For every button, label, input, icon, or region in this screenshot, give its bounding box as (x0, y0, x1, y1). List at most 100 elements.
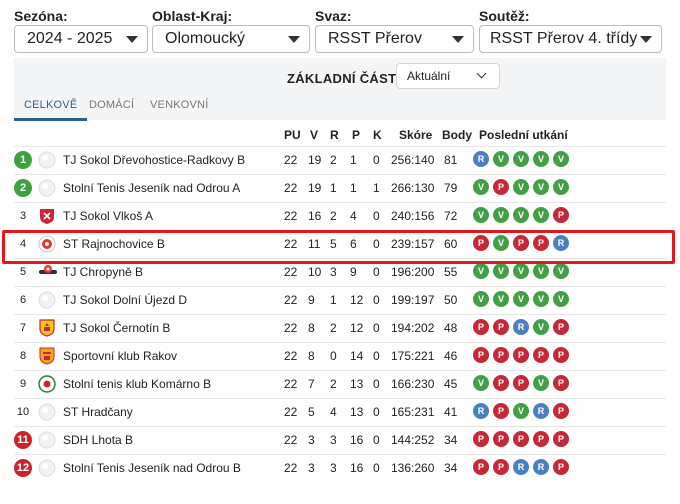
match-result-badge[interactable]: P (533, 347, 549, 363)
match-result-badge[interactable]: V (473, 291, 489, 307)
match-result-badge[interactable]: R (533, 459, 549, 475)
match-result-badge[interactable]: P (473, 347, 489, 363)
match-result-badge[interactable]: R (513, 459, 529, 475)
match-result-badge[interactable]: P (493, 375, 509, 391)
team-name-link[interactable]: Stolní Tenis Jeseník nad Odrou B (63, 461, 241, 475)
match-result-badge[interactable]: P (473, 235, 489, 251)
match-result-badge[interactable]: V (513, 263, 529, 279)
team-name-link[interactable]: TJ Chropyně B (63, 265, 143, 279)
match-result-badge[interactable]: V (473, 263, 489, 279)
table-row[interactable]: 4 ST Rajnochovice B 22 11 5 6 0 239:157 60 P V P P R (14, 230, 666, 258)
match-result-badge[interactable]: P (553, 459, 569, 475)
match-result-badge[interactable]: V (473, 179, 489, 195)
table-row[interactable]: 5 TJ Chropyně B 22 10 3 9 0 196:200 55 V V V V V (14, 258, 666, 286)
match-result-badge[interactable]: R (473, 403, 489, 419)
tab-home[interactable]: DOMÁCÍ (89, 99, 134, 111)
competition-select[interactable]: RSST Přerov 4. třídy (479, 25, 662, 53)
phase-select[interactable]: Aktuální (396, 63, 500, 89)
cell-r: 4 (330, 405, 337, 419)
match-result-badge[interactable]: R (533, 403, 549, 419)
team-name-link[interactable]: TJ Sokol Dřevohostice-Radkovy B (63, 153, 245, 167)
match-result-badge[interactable]: P (553, 207, 569, 223)
table-row[interactable]: 9 Stolní tenis klub Komárno B 22 7 2 13 0 166:2… (14, 370, 666, 398)
cell-v: 19 (308, 181, 322, 195)
match-result-badge[interactable]: P (513, 431, 529, 447)
rank-badge: 7 (19, 322, 27, 334)
match-result-badge[interactable]: P (533, 431, 549, 447)
match-result-badge[interactable]: P (553, 319, 569, 335)
table-row[interactable]: 10 ST Hradčany 22 5 4 13 0 165:231 41 R P V R P (14, 398, 666, 426)
match-result-badge[interactable]: P (553, 375, 569, 391)
match-result-badge[interactable]: P (473, 459, 489, 475)
match-result-badge[interactable]: V (533, 291, 549, 307)
team-name-link[interactable]: TJ Sokol Vlkoš A (63, 209, 153, 223)
team-name-link[interactable]: ST Hradčany (63, 405, 133, 419)
match-result-badge[interactable]: V (493, 207, 509, 223)
match-result-badge[interactable]: V (533, 207, 549, 223)
match-result-badge[interactable]: P (493, 403, 509, 419)
cell-k: 0 (373, 153, 380, 167)
team-name-link[interactable]: Stolní tenis klub Komárno B (63, 377, 211, 391)
match-result-badge[interactable]: V (473, 375, 489, 391)
match-result-badge[interactable]: P (493, 459, 509, 475)
match-result-badge[interactable]: P (473, 431, 489, 447)
match-result-badge[interactable]: P (493, 431, 509, 447)
match-result-badge[interactable]: P (553, 431, 569, 447)
match-result-badge[interactable]: V (493, 151, 509, 167)
table-row[interactable]: 1 TJ Sokol Dřevohostice-Radkovy B 22 19 2 1 0 2… (14, 146, 666, 174)
match-result-badge[interactable]: V (533, 319, 549, 335)
table-row[interactable]: 7 TJ Sokol Černotín B 22 8 2 12 0 194:202 48 P P R V… (14, 314, 666, 342)
match-result-badge[interactable]: P (513, 235, 529, 251)
match-result-badge[interactable]: V (493, 235, 509, 251)
table-row[interactable]: 8 Sportovní klub Rakov 22 8 0 14 0 175:221 46 P P P… (14, 342, 666, 370)
union-select[interactable]: RSST Přerov (315, 25, 474, 53)
match-result-badge[interactable]: V (553, 263, 569, 279)
match-result-badge[interactable]: P (493, 179, 509, 195)
match-result-badge[interactable]: V (493, 291, 509, 307)
match-result-badge[interactable]: R (513, 319, 529, 335)
cell-p: 12 (350, 321, 364, 335)
match-result-badge[interactable]: V (493, 263, 509, 279)
match-result-badge[interactable]: V (473, 207, 489, 223)
cell-pu: 22 (284, 293, 298, 307)
match-result-badge[interactable]: P (493, 347, 509, 363)
match-result-badge[interactable]: V (513, 179, 529, 195)
match-result-badge[interactable]: V (533, 179, 549, 195)
match-result-badge[interactable]: V (513, 291, 529, 307)
match-result-badge[interactable]: R (473, 151, 489, 167)
match-result-badge[interactable]: V (553, 151, 569, 167)
match-result-badge[interactable]: V (553, 291, 569, 307)
caret-down-icon (288, 36, 300, 43)
match-result-badge[interactable]: P (493, 319, 509, 335)
table-row[interactable]: 2 Stolní Tenis Jeseník nad Odrou A 22 19 1 1 1… (14, 174, 666, 202)
match-result-badge[interactable]: P (513, 375, 529, 391)
match-result-badge[interactable]: V (513, 207, 529, 223)
team-name-link[interactable]: TJ Sokol Černotín B (63, 321, 170, 335)
team-name-link[interactable]: SDH Lhota B (63, 433, 133, 447)
tab-away[interactable]: VENKOVNÍ (150, 99, 208, 111)
table-row[interactable]: 6 TJ Sokol Dolní Újezd D 22 9 1 12 0 199:197 50 V… (14, 286, 666, 314)
match-result-badge[interactable]: P (513, 347, 529, 363)
match-result-badge[interactable]: P (553, 347, 569, 363)
table-row[interactable]: 12 Stolní Tenis Jeseník nad Odrou B 22 3 3 16… (14, 454, 666, 482)
season-select[interactable]: 2024 - 2025 (14, 25, 148, 53)
match-result-badge[interactable]: R (553, 235, 569, 251)
match-result-badge[interactable]: V (553, 179, 569, 195)
match-result-badge[interactable]: P (553, 403, 569, 419)
team-name-link[interactable]: TJ Sokol Dolní Újezd D (63, 293, 187, 307)
match-result-badge[interactable]: V (533, 375, 549, 391)
team-name-link[interactable]: Sportovní klub Rakov (63, 349, 177, 363)
team-name-link[interactable]: ST Rajnochovice B (63, 237, 165, 251)
match-result-badge[interactable]: V (533, 151, 549, 167)
match-result-badge[interactable]: V (513, 151, 529, 167)
table-row[interactable]: 11 SDH Lhota B 22 3 3 16 0 144:252 34 P P P P P (14, 426, 666, 454)
region-select[interactable]: Olomoucký (152, 25, 310, 53)
tab-overall[interactable]: CELKOVĚ (24, 99, 77, 111)
match-result-badge[interactable]: P (533, 235, 549, 251)
team-name-link[interactable]: Stolní Tenis Jeseník nad Odrou A (63, 181, 240, 195)
match-result-badge[interactable]: V (513, 403, 529, 419)
table-row[interactable]: 3 TJ Sokol Vlkoš A 22 16 2 4 0 240:156 72 V V V V P (14, 202, 666, 230)
match-result-badge[interactable]: P (473, 319, 489, 335)
match-result-badge[interactable]: V (533, 263, 549, 279)
cell-k: 0 (373, 209, 380, 223)
